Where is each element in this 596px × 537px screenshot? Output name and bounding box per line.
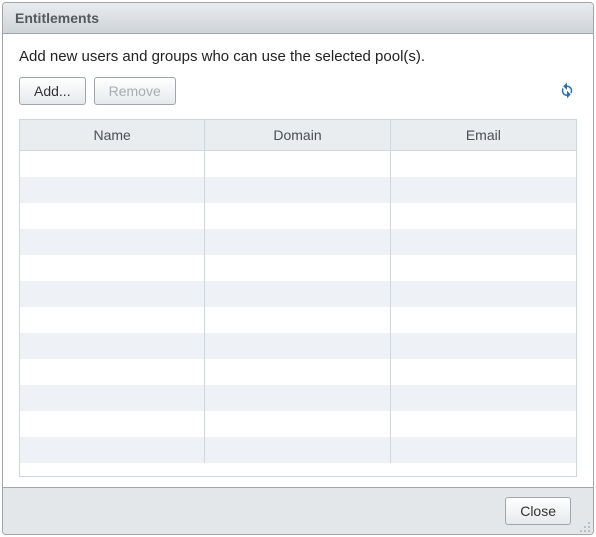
entitlements-grid[interactable]: Name Domain Email bbox=[19, 119, 577, 477]
table-row[interactable] bbox=[20, 229, 576, 255]
column-header-name[interactable]: Name bbox=[20, 120, 205, 150]
table-row[interactable] bbox=[20, 281, 576, 307]
table-cell bbox=[391, 177, 576, 203]
table-cell bbox=[205, 281, 390, 307]
table-cell bbox=[391, 307, 576, 333]
table-cell bbox=[20, 255, 205, 281]
table-cell bbox=[20, 203, 205, 229]
resize-grip[interactable] bbox=[579, 520, 591, 532]
table-cell bbox=[391, 411, 576, 437]
table-row[interactable] bbox=[20, 203, 576, 229]
dialog-content: Add new users and groups who can use the… bbox=[3, 34, 593, 487]
column-header-email[interactable]: Email bbox=[391, 120, 576, 150]
dialog-footer: Close bbox=[3, 487, 593, 534]
table-row[interactable] bbox=[20, 255, 576, 281]
table-row[interactable] bbox=[20, 437, 576, 463]
table-cell bbox=[391, 333, 576, 359]
instruction-text: Add new users and groups who can use the… bbox=[19, 48, 577, 65]
refresh-icon bbox=[558, 81, 576, 102]
table-cell bbox=[205, 385, 390, 411]
close-button[interactable]: Close bbox=[505, 497, 571, 525]
table-cell bbox=[205, 203, 390, 229]
table-cell bbox=[20, 177, 205, 203]
table-row[interactable] bbox=[20, 307, 576, 333]
table-cell bbox=[205, 437, 390, 463]
table-cell bbox=[391, 385, 576, 411]
table-cell bbox=[391, 281, 576, 307]
table-cell bbox=[20, 411, 205, 437]
resize-grip-icon bbox=[579, 520, 591, 536]
table-cell bbox=[20, 437, 205, 463]
table-cell bbox=[205, 411, 390, 437]
table-cell bbox=[391, 151, 576, 177]
table-row[interactable] bbox=[20, 411, 576, 437]
table-cell bbox=[20, 281, 205, 307]
table-row[interactable] bbox=[20, 177, 576, 203]
toolbar: Add... Remove bbox=[19, 77, 577, 105]
table-cell bbox=[391, 359, 576, 385]
table-cell bbox=[205, 177, 390, 203]
refresh-button[interactable] bbox=[557, 81, 577, 101]
table-cell bbox=[20, 385, 205, 411]
table-cell bbox=[391, 255, 576, 281]
table-cell bbox=[391, 203, 576, 229]
table-cell bbox=[20, 229, 205, 255]
dialog-title: Entitlements bbox=[15, 10, 99, 26]
table-cell bbox=[205, 359, 390, 385]
entitlements-dialog: Entitlements Add new users and groups wh… bbox=[2, 2, 594, 535]
table-cell bbox=[391, 229, 576, 255]
table-row[interactable] bbox=[20, 385, 576, 411]
grid-body bbox=[20, 151, 576, 476]
table-cell bbox=[20, 359, 205, 385]
table-row[interactable] bbox=[20, 333, 576, 359]
table-cell bbox=[20, 307, 205, 333]
table-row[interactable] bbox=[20, 151, 576, 177]
column-header-domain[interactable]: Domain bbox=[205, 120, 390, 150]
table-cell bbox=[205, 229, 390, 255]
table-cell bbox=[391, 437, 576, 463]
table-cell bbox=[205, 151, 390, 177]
table-cell bbox=[205, 333, 390, 359]
table-row[interactable] bbox=[20, 359, 576, 385]
add-button[interactable]: Add... bbox=[19, 77, 86, 105]
table-cell bbox=[20, 333, 205, 359]
dialog-titlebar: Entitlements bbox=[3, 3, 593, 34]
table-cell bbox=[205, 255, 390, 281]
remove-button: Remove bbox=[94, 77, 176, 105]
table-cell bbox=[20, 151, 205, 177]
grid-header-row: Name Domain Email bbox=[20, 120, 576, 151]
table-cell bbox=[205, 307, 390, 333]
